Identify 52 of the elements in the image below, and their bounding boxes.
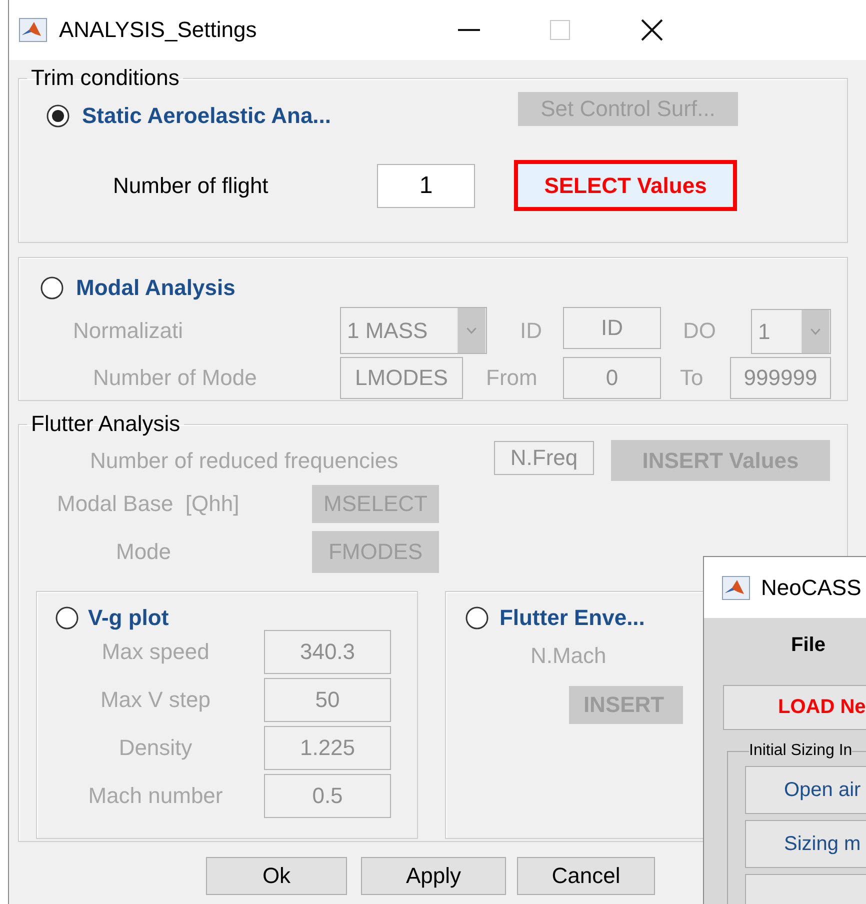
- option-label[interactable]: Modal Analysis: [76, 275, 236, 301]
- radio-button[interactable]: [46, 104, 70, 128]
- field-label: Max speed: [100, 639, 210, 665]
- select-values-button[interactable]: SELECT Values: [514, 160, 737, 211]
- reduced-frequencies-field[interactable]: N.Freq: [494, 441, 594, 475]
- minimize-icon[interactable]: [458, 29, 480, 31]
- to-field[interactable]: 999999: [730, 357, 831, 399]
- field-label: N.Mach: [530, 643, 606, 669]
- field-label: To: [680, 365, 704, 391]
- field-label: Number of flight: [113, 172, 270, 198]
- dialog-button[interactable]: Apply: [361, 857, 506, 895]
- field-label: Normalizati: [73, 318, 184, 344]
- sizing-button[interactable]: Open air: [745, 766, 866, 814]
- file-menu[interactable]: File: [791, 634, 826, 656]
- do-dropdown[interactable]: 1: [751, 309, 831, 354]
- load-button[interactable]: LOAD Ne: [723, 685, 866, 730]
- matlab-icon: [722, 576, 750, 600]
- modes-field[interactable]: LMODES: [340, 357, 463, 399]
- window-title: ANALYSIS_Settings: [59, 17, 257, 43]
- field-label: Density: [118, 735, 194, 761]
- window-title: NeoCASS: [761, 574, 862, 600]
- close-icon[interactable]: [640, 19, 663, 41]
- value-field[interactable]: 50: [264, 678, 391, 722]
- field-label: ID: [520, 318, 543, 344]
- option-label[interactable]: Flutter Enve...: [499, 605, 645, 631]
- flight-count-field[interactable]: 1: [377, 164, 475, 208]
- id-field[interactable]: ID: [563, 307, 661, 349]
- radio-button[interactable]: [40, 276, 64, 300]
- field-label: Max V step: [99, 687, 212, 713]
- field-label: Mach number: [87, 783, 224, 809]
- panel-title: Initial Sizing In: [749, 742, 852, 760]
- panel-title: Trim conditions: [30, 66, 180, 90]
- option-label[interactable]: V-g plot: [88, 605, 169, 631]
- option-label[interactable]: Static Aeroelastic Ana...: [82, 103, 332, 129]
- value-field[interactable]: 340.3: [264, 630, 391, 674]
- field-label: DO: [683, 318, 717, 344]
- from-field[interactable]: 0: [563, 357, 661, 399]
- value-field[interactable]: 0.5: [264, 774, 391, 818]
- field-label: Number of Mode: [93, 365, 258, 391]
- normalization-dropdown[interactable]: 1 MASS: [340, 307, 487, 354]
- radio-button[interactable]: [465, 606, 490, 630]
- matlab-icon: [19, 18, 47, 42]
- field-label: Mode: [116, 539, 172, 565]
- field-label: Number of reduced frequencies: [90, 448, 400, 474]
- field-label: Modal Base [Qhh]: [57, 491, 240, 517]
- sizing-button[interactable]: Sizing m: [745, 820, 866, 868]
- radio-button[interactable]: [55, 606, 79, 630]
- dialog-button[interactable]: Ok: [206, 857, 347, 895]
- dialog-button[interactable]: Cancel: [517, 857, 655, 895]
- value-field[interactable]: 1.225: [264, 726, 391, 770]
- field-label: From: [486, 365, 538, 391]
- panel-title: Flutter Analysis: [30, 412, 182, 436]
